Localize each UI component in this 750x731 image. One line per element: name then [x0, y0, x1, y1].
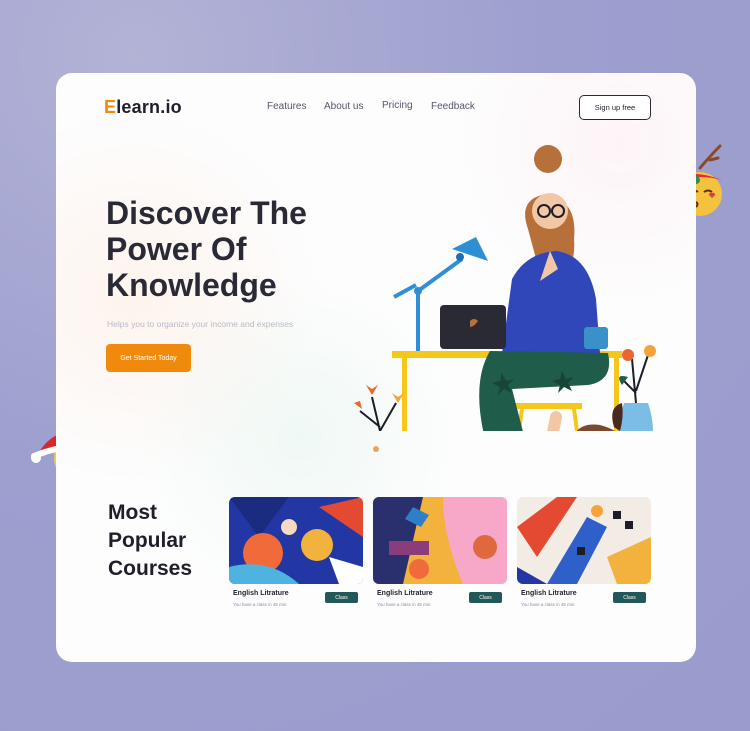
right-plant-vase-icon [619, 345, 656, 431]
nav-pricing[interactable]: Pricing [382, 100, 413, 111]
course-name: English Litrature [377, 590, 433, 597]
courses-title: Most Popular Courses [108, 499, 228, 583]
course-thumbnail [373, 497, 507, 584]
class-button[interactable]: Class [469, 592, 502, 603]
hero-title-line-2: Power Of [106, 231, 247, 267]
course-thumbnail [229, 497, 363, 584]
courses-title-line-1: Most [108, 501, 157, 524]
courses-title-line-3: Courses [108, 557, 193, 580]
course-meta: You have a class in 45 min [521, 602, 575, 607]
nav-about-us[interactable]: About us [324, 101, 363, 112]
laptop-icon [440, 305, 506, 349]
class-button[interactable]: Class [325, 592, 358, 603]
course-card[interactable]: English Litrature You have a class in 45… [517, 497, 651, 607]
logo-initial: E [104, 97, 117, 117]
logo-text: learn.io [116, 97, 182, 117]
nav-features[interactable]: Features [267, 101, 306, 112]
get-started-button[interactable]: Get Started Today [106, 344, 191, 372]
nav-feedback[interactable]: Feedback [431, 101, 475, 112]
course-meta: You have a class in 45 min [233, 602, 287, 607]
left-plant-vase-icon [354, 385, 404, 431]
mug-icon [584, 327, 608, 349]
course-card[interactable]: English Litrature You have a class in 45… [373, 497, 507, 607]
brand-logo[interactable]: Elearn.io [104, 97, 182, 118]
person-icon [479, 145, 609, 431]
course-name: English Litrature [521, 590, 577, 597]
course-card[interactable]: English Litrature You have a class in 45… [229, 497, 363, 607]
class-button[interactable]: Class [613, 592, 646, 603]
hero-subtitle: Helps you to organize your income and ex… [107, 319, 294, 329]
hero-title: Discover The Power Of Knowledge [106, 195, 346, 303]
course-name: English Litrature [233, 590, 289, 597]
signup-button[interactable]: Sign up free [579, 95, 651, 120]
courses-title-line-2: Popular [108, 529, 187, 552]
hero-illustration [354, 145, 656, 431]
carousel-dot[interactable] [373, 446, 379, 452]
hero-title-line-1: Discover The [106, 195, 307, 231]
landing-card: Elearn.io Features About us Pricing Feed… [56, 73, 696, 662]
course-meta: You have a class in 45 min [377, 602, 431, 607]
course-thumbnail [517, 497, 651, 584]
hero-title-line-3: Knowledge [106, 267, 277, 303]
